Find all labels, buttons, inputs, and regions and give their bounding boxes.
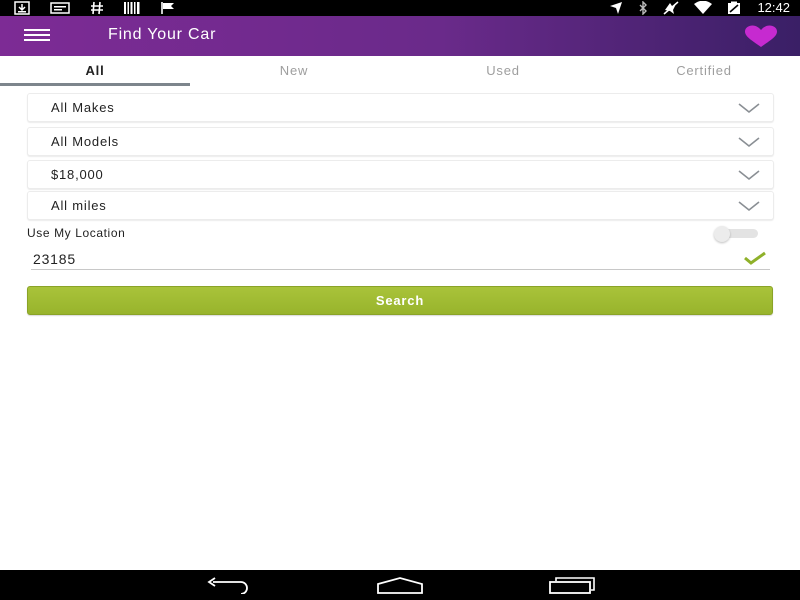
barcode-icon xyxy=(124,2,140,14)
use-location-label: Use My Location xyxy=(27,226,126,240)
price-dropdown[interactable]: $18,000 xyxy=(27,160,774,189)
chevron-down-icon xyxy=(738,201,760,212)
hamburger-menu-icon[interactable] xyxy=(24,29,50,43)
tab-certified[interactable]: Certified xyxy=(608,56,800,86)
use-location-toggle[interactable] xyxy=(714,226,760,242)
back-icon[interactable] xyxy=(205,577,253,594)
flag-icon xyxy=(160,1,176,15)
heart-icon[interactable] xyxy=(743,25,779,49)
mileage-dropdown[interactable]: All miles xyxy=(27,191,774,220)
search-button[interactable]: Search xyxy=(27,286,773,315)
mileage-dropdown-value: All miles xyxy=(51,198,107,213)
wifi-icon xyxy=(693,1,713,15)
message-icon xyxy=(50,2,70,14)
mute-icon xyxy=(663,1,679,15)
hash-icon xyxy=(90,1,104,15)
tab-all[interactable]: All xyxy=(0,56,190,86)
tab-used[interactable]: Used xyxy=(398,56,608,86)
notification-icons xyxy=(14,1,176,15)
status-bar: 12:42 xyxy=(0,0,800,16)
chevron-down-icon xyxy=(738,103,760,114)
chevron-down-icon xyxy=(738,137,760,148)
chevron-down-icon xyxy=(738,170,760,181)
status-clock: 12:42 xyxy=(757,0,790,15)
make-dropdown[interactable]: All Makes xyxy=(27,93,774,122)
checkmark-icon xyxy=(744,251,766,265)
location-icon xyxy=(609,1,623,15)
battery-icon xyxy=(727,1,741,15)
app-screen: 12:42 Find Your Car All New Used Certifi… xyxy=(0,0,800,600)
app-bar: Find Your Car xyxy=(0,16,800,56)
system-icons: 12:42 xyxy=(609,1,790,15)
tab-bar: All New Used Certified xyxy=(0,56,800,86)
recent-apps-icon[interactable] xyxy=(548,577,596,594)
navigation-bar xyxy=(0,570,800,600)
tab-new[interactable]: New xyxy=(190,56,398,86)
active-tab-indicator xyxy=(0,83,190,86)
zip-code-input[interactable] xyxy=(31,249,770,270)
app-title: Find Your Car xyxy=(108,26,217,43)
bluetooth-icon xyxy=(637,1,649,15)
model-dropdown[interactable]: All Models xyxy=(27,127,774,156)
model-dropdown-value: All Models xyxy=(51,134,119,149)
make-dropdown-value: All Makes xyxy=(51,100,115,115)
download-icon xyxy=(14,1,30,15)
toggle-thumb xyxy=(714,226,730,242)
price-dropdown-value: $18,000 xyxy=(51,167,104,182)
home-icon[interactable] xyxy=(376,577,424,594)
